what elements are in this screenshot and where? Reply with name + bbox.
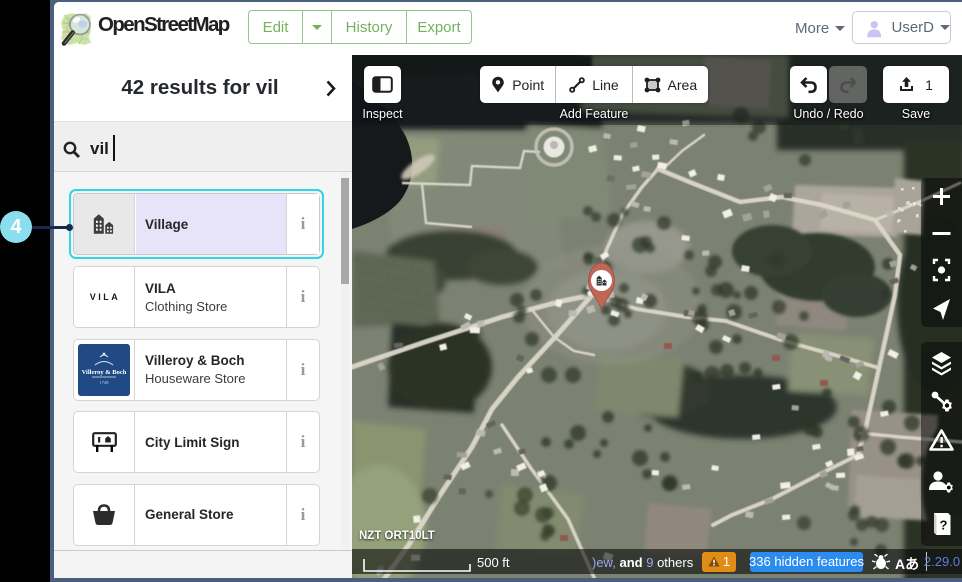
svg-text:?: ? xyxy=(940,518,948,533)
svg-text:Villeroy & Boch: Villeroy & Boch xyxy=(82,369,127,376)
svg-text:1748: 1748 xyxy=(100,380,110,385)
